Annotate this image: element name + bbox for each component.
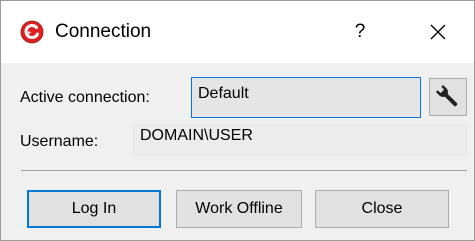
active-connection-value: Default bbox=[198, 85, 249, 102]
close-button[interactable]: Close bbox=[315, 190, 449, 228]
work-offline-button[interactable]: Work Offline bbox=[176, 190, 302, 228]
active-connection-label: Active connection: bbox=[20, 89, 150, 106]
app-logo-icon bbox=[20, 20, 44, 44]
username-label: Username: bbox=[20, 133, 99, 150]
connection-settings-button[interactable] bbox=[429, 78, 467, 116]
help-button[interactable]: ? bbox=[337, 13, 383, 51]
separator bbox=[21, 170, 467, 171]
window-title: Connection bbox=[55, 21, 152, 42]
close-icon bbox=[415, 24, 461, 55]
wrench-icon bbox=[430, 84, 466, 119]
title-bar: Connection ? bbox=[1, 1, 474, 63]
log-in-button[interactable]: Log In bbox=[27, 190, 161, 228]
active-connection-field[interactable]: Default bbox=[191, 77, 421, 118]
username-value: DOMAIN\USER bbox=[140, 127, 253, 144]
close-window-button[interactable] bbox=[415, 13, 461, 51]
connection-dialog: Connection ? Active connection: Default bbox=[0, 0, 475, 241]
username-field[interactable]: DOMAIN\USER bbox=[133, 124, 467, 156]
